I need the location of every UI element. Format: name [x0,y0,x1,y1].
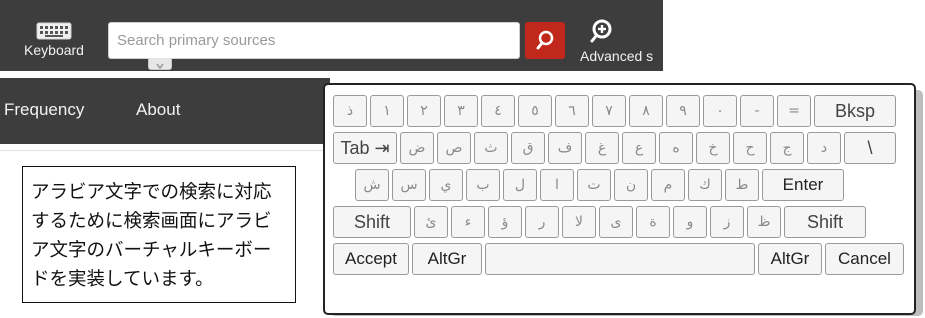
backspace-key[interactable]: Bksp [814,95,896,127]
key[interactable]: ب [466,169,500,201]
key[interactable]: ئ [414,206,448,238]
search-icon [536,30,554,50]
key[interactable]: س [392,169,426,201]
shift-key-left[interactable]: Shift [333,206,411,238]
key[interactable]: ة [636,206,670,238]
key[interactable]: ٨ [629,95,663,127]
enter-key[interactable]: Enter [762,169,844,201]
key[interactable]: و [673,206,707,238]
key[interactable]: ى [599,206,633,238]
key[interactable]: ك [688,169,722,201]
key[interactable]: ذ [333,95,367,127]
accept-button[interactable]: Accept [333,243,409,275]
key[interactable]: م [651,169,685,201]
altgr-key-right[interactable]: AltGr [758,243,822,275]
keyboard-label: Keyboard [24,42,84,58]
key[interactable]: ج [770,132,804,164]
key[interactable]: ١ [370,95,404,127]
key[interactable]: ؤ [488,206,522,238]
key[interactable]: ظ [747,206,781,238]
search-button[interactable] [525,22,565,59]
backslash-key[interactable]: \ [844,132,896,164]
key[interactable]: ث [474,132,508,164]
nav-bar: Frequency About [0,78,330,144]
key[interactable]: لا [562,206,596,238]
key[interactable]: ز [710,206,744,238]
key[interactable]: ل [503,169,537,201]
keyboard-button[interactable]: Keyboard [8,14,100,68]
key[interactable]: ف [548,132,582,164]
space-key[interactable] [485,243,755,275]
search-input[interactable] [109,23,519,58]
key[interactable]: ه [659,132,693,164]
advanced-search-label: Advanced s [580,48,654,64]
divider [0,150,330,151]
shift-key-right[interactable]: Shift [784,206,866,238]
search-options-toggle[interactable] [148,58,172,70]
key[interactable]: ٠ [703,95,737,127]
key[interactable]: ر [525,206,559,238]
key[interactable]: ٢ [407,95,441,127]
tab-key[interactable]: Tab ⇥ [333,132,397,164]
advanced-search-icon [590,19,612,43]
key[interactable]: ٥ [518,95,552,127]
nav-item-frequency[interactable]: Frequency [4,100,84,120]
key[interactable]: ت [577,169,611,201]
key[interactable]: ٤ [481,95,515,127]
search-box [108,22,520,59]
cancel-button[interactable]: Cancel [825,243,904,275]
key[interactable]: غ [585,132,619,164]
top-bar: Keyboard Advanced s [0,0,663,71]
key[interactable]: ا [540,169,574,201]
key[interactable]: ع [622,132,656,164]
key[interactable]: ص [437,132,471,164]
key[interactable]: ء [451,206,485,238]
annotation-callout: アラビア文字での検索に対応するために検索画面にアラビア文字のバーチャルキーボード… [22,166,296,303]
altgr-key-left[interactable]: AltGr [412,243,482,275]
keyboard-icon [36,22,72,40]
key[interactable]: ح [733,132,767,164]
key[interactable]: خ [696,132,730,164]
key[interactable]: ٧ [592,95,626,127]
key[interactable]: ط [725,169,759,201]
key[interactable]: ٩ [666,95,700,127]
virtual-keyboard: ذ ١ ٢ ٣ ٤ ٥ ٦ ٧ ٨ ٩ ٠ - = Bksp Tab ⇥ ض ص… [323,83,916,315]
key[interactable]: ض [400,132,434,164]
chevron-down-icon [156,63,164,70]
key[interactable]: ش [355,169,389,201]
key[interactable]: ن [614,169,648,201]
key[interactable]: ٦ [555,95,589,127]
key[interactable]: د [807,132,841,164]
key[interactable]: - [740,95,774,127]
key[interactable]: = [777,95,811,127]
key[interactable]: ٣ [444,95,478,127]
key[interactable]: ق [511,132,545,164]
key[interactable]: ي [429,169,463,201]
nav-item-about[interactable]: About [136,100,180,120]
